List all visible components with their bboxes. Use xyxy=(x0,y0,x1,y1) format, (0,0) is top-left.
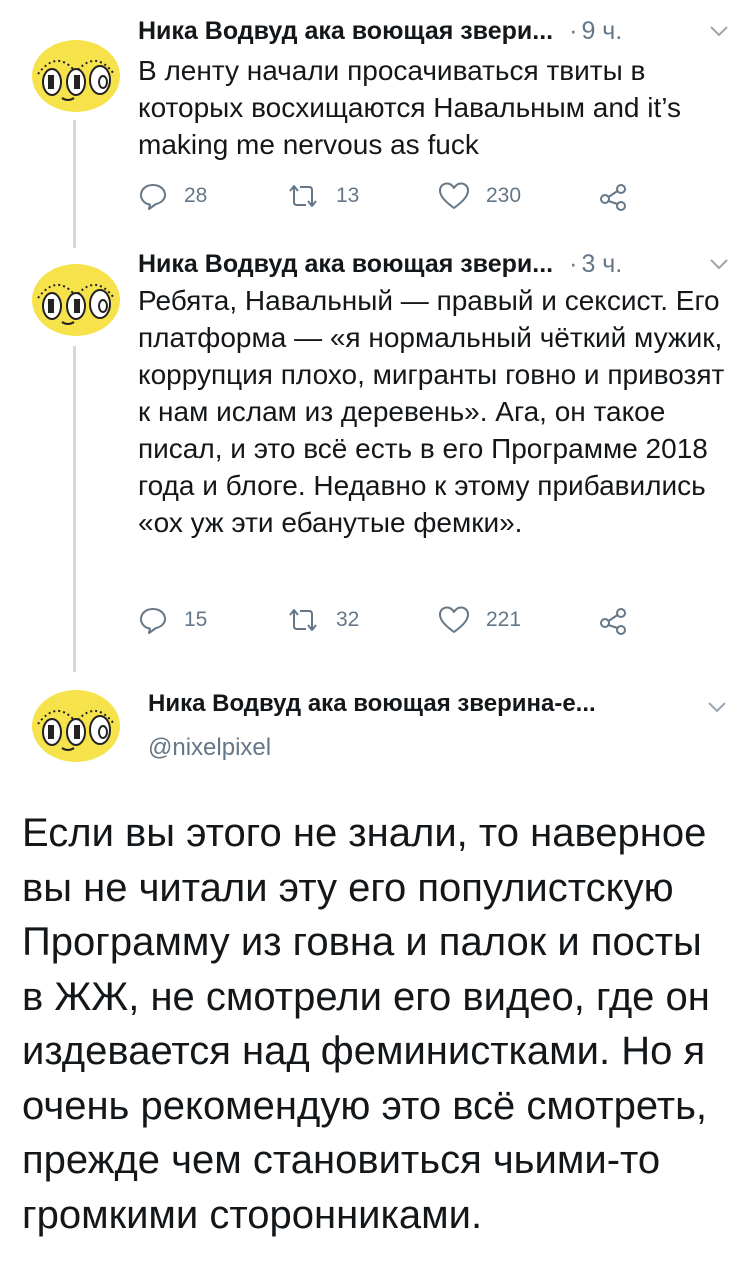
retweet-count: 32 xyxy=(336,608,360,631)
reply-icon xyxy=(140,608,166,634)
avatar[interactable] xyxy=(30,262,122,338)
avatar-eyes-illustration xyxy=(32,40,120,112)
like-count: 221 xyxy=(486,608,522,631)
author-name[interactable]: Ника Водвуд ака воющая зверина-е... xyxy=(148,690,596,718)
share-icon xyxy=(600,608,626,635)
tweet-actions: 15 32 221 xyxy=(138,602,638,638)
thread-connector-line xyxy=(73,346,76,672)
avatar[interactable] xyxy=(30,688,122,764)
main-tweet-text: Если вы этого не знали, то наверное вы н… xyxy=(22,811,710,1237)
reply-icon xyxy=(140,184,166,210)
share-button[interactable] xyxy=(598,602,644,638)
like-button[interactable]: 221 xyxy=(438,602,521,638)
tweet-time-value: 3 ч. xyxy=(581,249,623,278)
avatar-eyes-illustration xyxy=(32,264,120,336)
author-name[interactable]: Ника Водвуд ака воющая звери... xyxy=(138,17,553,46)
chevron-down-icon[interactable] xyxy=(704,694,730,720)
retweet-icon xyxy=(289,185,317,207)
tweet-header: Ника Водвуд ака воющая звери... · 9 ч. xyxy=(138,12,732,50)
tweet-text: В ленту начали просачиваться твиты в кот… xyxy=(138,55,681,160)
like-count: 230 xyxy=(486,184,522,207)
retweet-button[interactable]: 32 xyxy=(286,602,359,638)
author-name[interactable]: Ника Водвуд ака воющая звери... xyxy=(138,250,553,279)
tweet-timestamp[interactable]: · 9 ч. xyxy=(569,17,622,46)
chevron-down-icon[interactable] xyxy=(706,251,732,277)
share-button[interactable] xyxy=(598,178,644,214)
reply-count: 28 xyxy=(184,184,208,207)
tweet-time-value: 9 ч. xyxy=(581,16,623,45)
heart-icon xyxy=(439,182,469,209)
tweet-actions: 28 13 230 xyxy=(138,178,638,214)
author-handle[interactable]: @nixelpixel xyxy=(148,734,271,762)
retweet-count: 13 xyxy=(336,184,360,207)
share-icon xyxy=(600,184,626,211)
thread-connector-line xyxy=(73,120,76,248)
avatar[interactable] xyxy=(30,38,122,114)
retweet-button[interactable]: 13 xyxy=(286,178,359,214)
reply-button[interactable]: 15 xyxy=(138,602,207,638)
reply-count: 15 xyxy=(184,608,208,631)
tweet-text: Ребята, Навальный — правый и сексист. Ег… xyxy=(138,285,725,538)
avatar-eyes-illustration xyxy=(32,690,120,762)
tweet-timestamp[interactable]: · 3 ч. xyxy=(569,250,622,279)
retweet-icon xyxy=(289,609,317,631)
reply-button[interactable]: 28 xyxy=(138,178,207,214)
like-button[interactable]: 230 xyxy=(438,178,521,214)
chevron-down-icon[interactable] xyxy=(706,18,732,44)
tweet-header: Ника Водвуд ака воющая звери... · 3 ч. xyxy=(138,245,732,283)
heart-icon xyxy=(439,606,469,633)
